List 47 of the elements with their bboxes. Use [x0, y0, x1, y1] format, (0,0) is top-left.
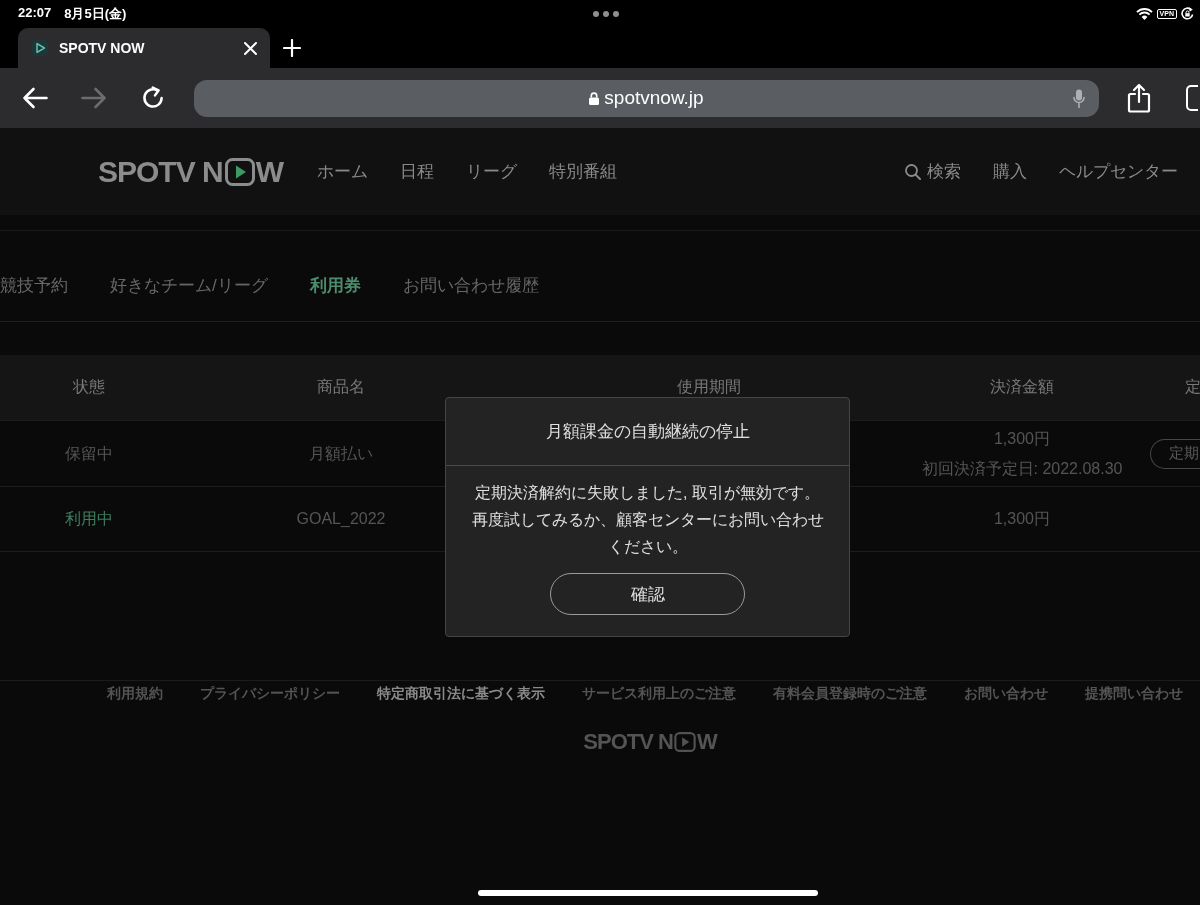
- back-arrow-icon[interactable]: [22, 87, 48, 109]
- dialog-title: 月額課金の自動継続の停止: [545, 421, 750, 443]
- table-cell-text: 月額払い: [309, 443, 373, 464]
- plus-icon[interactable]: [283, 38, 301, 57]
- more-dots-icon[interactable]: [593, 10, 619, 17]
- wifi-icon: [1135, 7, 1153, 20]
- rotation-lock-icon: [1181, 7, 1194, 20]
- column-header: 使用期間: [677, 377, 741, 397]
- address-field[interactable]: spotvnow.jp: [194, 79, 1099, 117]
- status-text: 保留中: [65, 443, 113, 464]
- search-link[interactable]: 検索: [905, 160, 961, 183]
- column-header: 状態: [73, 377, 105, 397]
- subtab[interactable]: 利用券: [309, 274, 361, 321]
- nav-link[interactable]: 特別番組: [549, 160, 618, 183]
- share-icon[interactable]: [1127, 83, 1151, 113]
- search-icon: [905, 163, 921, 180]
- column-header: 定: [1185, 377, 1200, 397]
- column-header: 商品名: [317, 377, 365, 397]
- dialog-message: 定期決済解約に失敗しました, 取引が無効です。再度試してみるか、顧客センターにお問い合わせください。: [470, 483, 825, 557]
- browser-tab[interactable]: SPOTV NOW: [18, 28, 270, 68]
- play-icon: [32, 40, 48, 56]
- close-icon[interactable]: [244, 41, 257, 55]
- amount-text: 1,300円: [993, 428, 1050, 449]
- lock-icon: [589, 91, 600, 105]
- clock-time: 22:07: [18, 4, 52, 22]
- nav-link[interactable]: 日程: [400, 160, 435, 183]
- logo-text[interactable]: SPOTV N: [98, 156, 223, 187]
- logo-text[interactable]: W: [255, 156, 284, 187]
- header-link[interactable]: 購入: [993, 160, 1027, 183]
- tabs-icon[interactable]: [1186, 85, 1198, 111]
- play-icon[interactable]: [224, 157, 255, 186]
- subtab[interactable]: お問い合わせ履歴: [402, 274, 539, 321]
- header-link[interactable]: ヘルプセンター: [1059, 160, 1178, 183]
- microphone-icon[interactable]: [1073, 88, 1085, 108]
- reload-icon[interactable]: [141, 86, 165, 110]
- play-icon[interactable]: [673, 732, 696, 752]
- nav-link[interactable]: リーグ: [466, 160, 518, 183]
- amount-text: 1,300円: [993, 509, 1050, 529]
- status-text: 利用中: [65, 509, 113, 529]
- table-cell-text: GOAL_2022: [296, 509, 386, 529]
- nav-link[interactable]: ホーム: [317, 160, 369, 183]
- date-text: 8月5日(金): [64, 4, 127, 23]
- subtab[interactable]: 好きなチーム/リーグ: [110, 274, 268, 321]
- billing-date-text: 初回決済予定日: 2022.08.30: [921, 458, 1123, 479]
- subtab[interactable]: 競技予約: [0, 274, 68, 321]
- column-header: 決済金額: [990, 377, 1054, 397]
- footer-link[interactable]: 特定商取引法に基づく表示: [377, 683, 545, 703]
